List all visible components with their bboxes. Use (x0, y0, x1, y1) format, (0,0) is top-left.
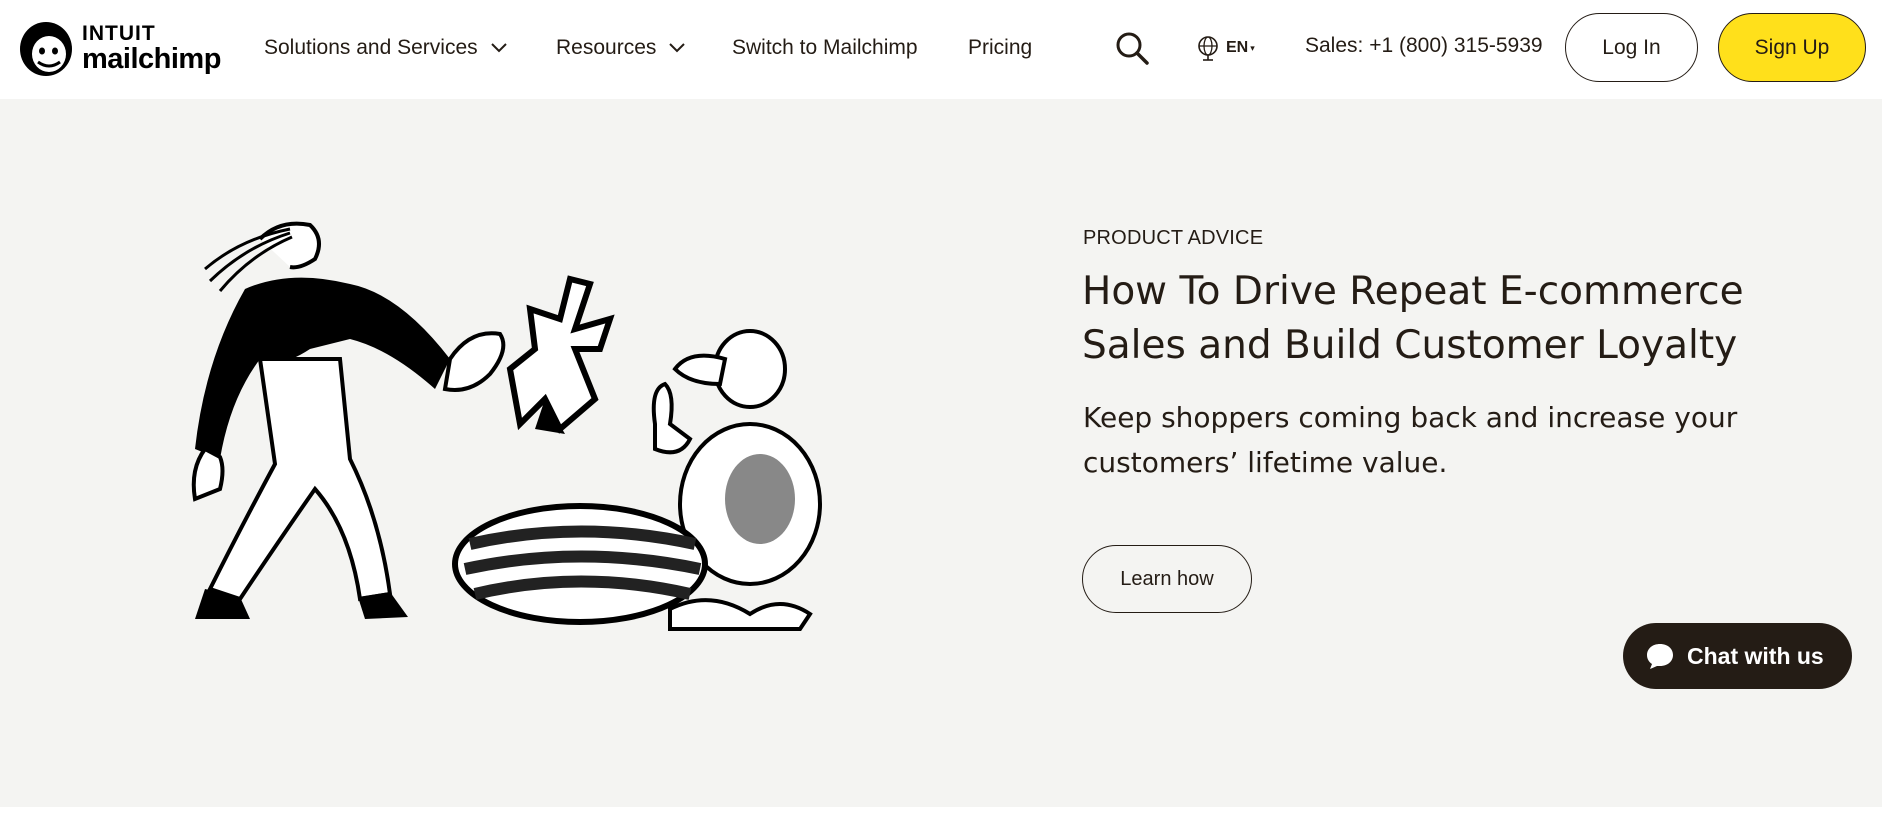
article-subtext: Keep shoppers coming back and increase y… (1083, 401, 1738, 479)
logo-wordmark: INTUIT mailchimp (82, 23, 221, 74)
page-divider (0, 807, 1882, 813)
nav-switch-to-mailchimp[interactable]: Switch to Mailchimp (732, 34, 918, 62)
globe-icon (1198, 36, 1218, 61)
caret-down-icon: ▾ (1250, 42, 1255, 53)
nav-label: Resources (556, 36, 657, 59)
logo-intuit-text: INTUIT (82, 21, 156, 45)
mailchimp-logo[interactable]: INTUIT mailchimp (18, 17, 228, 79)
chevron-down-icon (490, 43, 507, 53)
article-headline: How To Drive Repeat E-commerce Sales and… (1082, 269, 1744, 368)
search-icon[interactable] (1114, 30, 1150, 66)
chat-with-us-button[interactable]: Chat with us (1623, 623, 1852, 689)
chat-bubble-icon (1647, 644, 1673, 669)
chat-label: Chat with us (1687, 642, 1824, 669)
nav-label: Switch to Mailchimp (732, 36, 918, 59)
chevron-down-icon (669, 43, 686, 53)
article-category: PRODUCT ADVICE (1083, 227, 1264, 249)
sales-phone[interactable]: Sales: +1 (800) 315-5939 (1305, 34, 1543, 58)
login-button[interactable]: Log In (1565, 13, 1698, 82)
hero-section: PRODUCT ADVICE How To Drive Repeat E-com… (0, 99, 1882, 807)
nav-pricing[interactable]: Pricing (968, 34, 1032, 62)
signup-button[interactable]: Sign Up (1718, 13, 1866, 82)
logo-mailchimp-text: mailchimp (82, 42, 221, 75)
nav-solutions-and-services[interactable]: Solutions and Services (264, 34, 508, 62)
site-header: INTUIT mailchimp Solutions and Services … (0, 0, 1882, 99)
hero-illustration (191, 221, 822, 631)
nav-resources[interactable]: Resources (556, 34, 686, 62)
freddie-logo-icon (20, 22, 72, 76)
language-label: EN (1226, 39, 1249, 56)
language-selector[interactable]: EN ▾ (1196, 33, 1255, 63)
nav-label: Solutions and Services (264, 36, 478, 59)
nav-label: Pricing (968, 36, 1033, 59)
learn-how-button[interactable]: Learn how (1082, 545, 1252, 613)
